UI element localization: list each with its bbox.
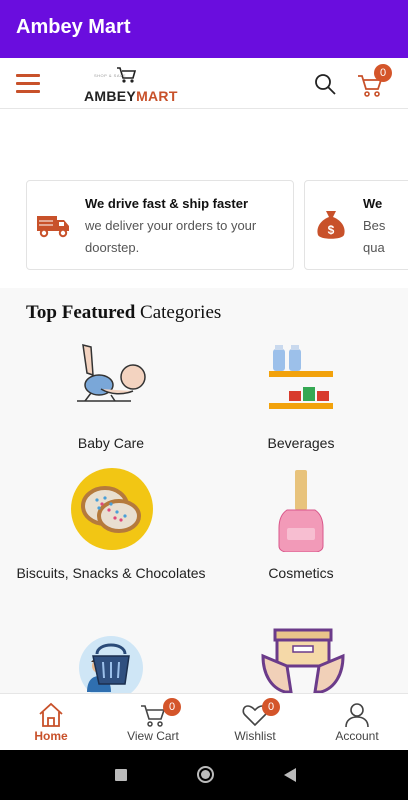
- category-item[interactable]: [16, 624, 206, 693]
- system-navigation-bar: [0, 750, 408, 800]
- biscuits-icon: [71, 468, 153, 550]
- wishlist-badge: 0: [262, 698, 280, 716]
- logo-text-part2: MART: [136, 88, 178, 104]
- nav-label: Home: [34, 729, 68, 743]
- app-bar: Ambey Mart: [0, 0, 408, 58]
- bottom-navigation: Home 0 View Cart 0 Wishlist Account: [0, 693, 408, 751]
- category-beverages[interactable]: Beverages: [206, 343, 396, 463]
- app-title: Ambey Mart: [16, 16, 131, 38]
- hamburger-menu-icon[interactable]: [16, 74, 40, 94]
- category-item[interactable]: [206, 624, 396, 693]
- section-heading: Top Featured Categories: [26, 302, 221, 324]
- store-logo[interactable]: SHOP & SAVE AMBEYMART: [82, 66, 182, 106]
- nav-label: Wishlist: [234, 729, 276, 743]
- header-cart-button[interactable]: 0: [357, 64, 392, 98]
- nav-home[interactable]: Home: [0, 694, 102, 751]
- category-label: Beverages: [267, 435, 335, 451]
- cart-badge: 0: [163, 698, 181, 716]
- cart-count-badge: 0: [374, 64, 392, 82]
- home-circle-icon[interactable]: [197, 766, 214, 783]
- feature-carousel[interactable]: We drive fast & ship faster we deliver y…: [0, 180, 408, 272]
- category-label: Baby Care: [77, 435, 145, 451]
- user-icon: [344, 702, 370, 728]
- category-baby-care[interactable]: Baby Care: [16, 343, 206, 463]
- logo-text: AMBEYMART: [84, 88, 178, 104]
- nav-label: Account: [335, 729, 379, 743]
- back-arrow-icon[interactable]: [284, 768, 296, 782]
- recent-apps-icon[interactable]: [115, 769, 127, 781]
- feature-card[interactable]: $ We Bes qua: [304, 180, 408, 270]
- nav-account[interactable]: Account: [306, 694, 408, 751]
- top-featured-categories: Top Featured Categories Baby Care Bevera…: [0, 288, 408, 693]
- shopping-basket-person-icon: [71, 632, 151, 693]
- category-label: Cosmetics: [268, 565, 334, 581]
- nav-wishlist[interactable]: 0 Wishlist: [204, 694, 306, 751]
- feature-title: We: [363, 196, 383, 211]
- category-cosmetics[interactable]: Cosmetics: [206, 468, 396, 608]
- feature-description: Bes qua: [363, 218, 386, 255]
- feature-card[interactable]: We drive fast & ship faster we deliver y…: [26, 180, 294, 270]
- feature-description: we deliver your orders to your doorstep.: [85, 218, 257, 255]
- baby-crawling-icon: [71, 343, 151, 423]
- search-icon[interactable]: [313, 72, 337, 96]
- heading-rest: Categories: [140, 302, 222, 323]
- category-biscuits-snacks-chocolates[interactable]: Biscuits, Snacks & Chocolates: [16, 468, 206, 608]
- box-in-hands-icon: [261, 626, 345, 693]
- money-bag-icon: $: [313, 207, 349, 243]
- svg-text:$: $: [328, 223, 335, 237]
- header: SHOP & SAVE AMBEYMART 0: [0, 58, 408, 109]
- nav-label: View Cart: [127, 729, 179, 743]
- home-icon: [38, 702, 64, 728]
- heading-bold: Top Featured: [26, 302, 136, 323]
- bottles-shelf-icon: [261, 343, 341, 423]
- logo-text-part1: AMBEY: [84, 88, 137, 104]
- nav-view-cart[interactable]: 0 View Cart: [102, 694, 204, 751]
- feature-title: We drive fast & ship faster: [85, 196, 249, 211]
- logo-tagline: SHOP & SAVE: [94, 73, 127, 78]
- nail-polish-icon: [261, 468, 341, 553]
- truck-icon: [35, 207, 71, 243]
- category-label: Biscuits, Snacks & Chocolates: [16, 565, 206, 581]
